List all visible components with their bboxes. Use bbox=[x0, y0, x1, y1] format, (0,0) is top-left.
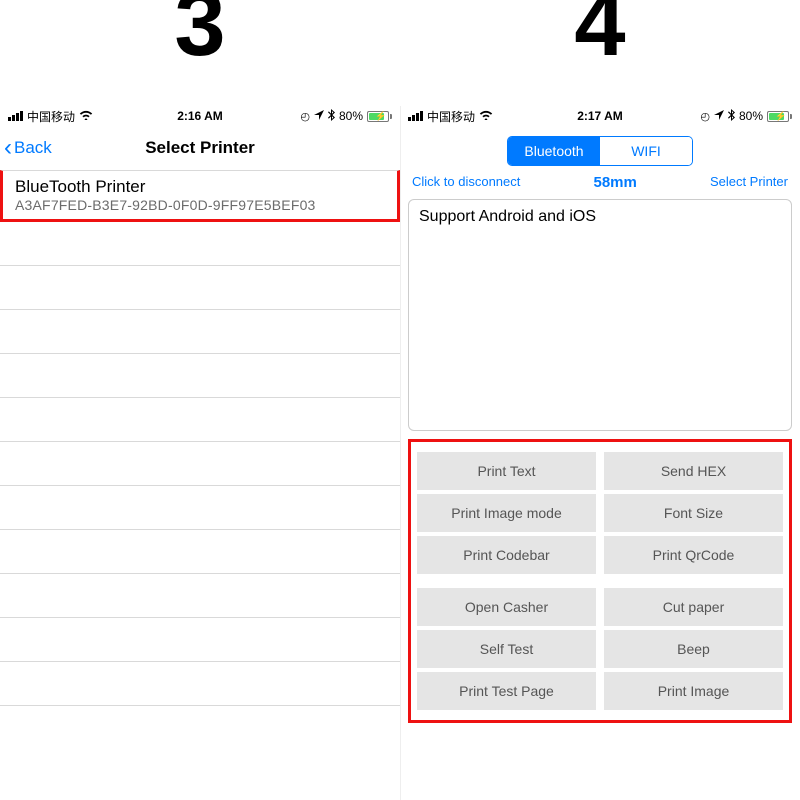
list-item[interactable] bbox=[0, 266, 400, 310]
paper-size-label[interactable]: 58mm bbox=[593, 174, 636, 191]
list-item[interactable] bbox=[0, 618, 400, 662]
print-test-page-button[interactable]: Print Test Page bbox=[417, 672, 596, 710]
tab-wifi[interactable]: WIFI bbox=[600, 137, 692, 165]
list-item[interactable] bbox=[0, 310, 400, 354]
print-codebar-button[interactable]: Print Codebar bbox=[417, 536, 596, 574]
list-item[interactable] bbox=[0, 662, 400, 706]
cut-paper-button[interactable]: Cut paper bbox=[604, 588, 783, 626]
list-item[interactable] bbox=[0, 398, 400, 442]
clock-label: 2:17 AM bbox=[400, 109, 800, 123]
open-casher-button[interactable]: Open Casher bbox=[417, 588, 596, 626]
nav-bar: ‹ Back Select Printer bbox=[0, 126, 400, 170]
status-bar: 中国移动 2:17 AM ◴ 80% ⚡ bbox=[400, 106, 800, 126]
printer-list: BlueTooth Printer A3AF7FED-B3E7-92BD-0F0… bbox=[0, 170, 400, 706]
list-item[interactable] bbox=[0, 530, 400, 574]
battery-icon: ⚡ bbox=[367, 111, 392, 122]
send-hex-button[interactable]: Send HEX bbox=[604, 452, 783, 490]
list-item[interactable] bbox=[0, 222, 400, 266]
select-printer-link[interactable]: Select Printer bbox=[710, 174, 788, 191]
beep-button[interactable]: Beep bbox=[604, 630, 783, 668]
text-input[interactable]: Support Android and iOS bbox=[408, 199, 792, 431]
page-title: Select Printer bbox=[0, 138, 400, 158]
list-item[interactable] bbox=[0, 354, 400, 398]
action-buttons-box: Print Text Send HEX Print Image mode Fon… bbox=[408, 439, 792, 723]
connection-segmented: Bluetooth WIFI bbox=[507, 136, 693, 166]
print-qrcode-button[interactable]: Print QrCode bbox=[604, 536, 783, 574]
print-image-mode-button[interactable]: Print Image mode bbox=[417, 494, 596, 532]
list-item[interactable] bbox=[0, 442, 400, 486]
printer-id: A3AF7FED-B3E7-92BD-0F0D-9FF97E5BEF03 bbox=[15, 197, 385, 213]
step-number-3: 3 bbox=[0, 0, 400, 70]
battery-icon: ⚡ bbox=[767, 111, 792, 122]
printer-name: BlueTooth Printer bbox=[15, 177, 385, 197]
self-test-button[interactable]: Self Test bbox=[417, 630, 596, 668]
list-item[interactable] bbox=[0, 486, 400, 530]
divider bbox=[400, 106, 401, 800]
step-number-4: 4 bbox=[400, 0, 800, 70]
toolbar: Click to disconnect 58mm Select Printer bbox=[400, 172, 800, 197]
tab-bluetooth[interactable]: Bluetooth bbox=[508, 137, 600, 165]
disconnect-link[interactable]: Click to disconnect bbox=[412, 174, 520, 191]
clock-label: 2:16 AM bbox=[0, 109, 400, 123]
font-size-button[interactable]: Font Size bbox=[604, 494, 783, 532]
list-item[interactable] bbox=[0, 574, 400, 618]
print-text-button[interactable]: Print Text bbox=[417, 452, 596, 490]
print-image-button[interactable]: Print Image bbox=[604, 672, 783, 710]
printer-row[interactable]: BlueTooth Printer A3AF7FED-B3E7-92BD-0F0… bbox=[0, 170, 400, 222]
status-bar: 中国移动 2:16 AM ◴ 80% ⚡ bbox=[0, 106, 400, 126]
